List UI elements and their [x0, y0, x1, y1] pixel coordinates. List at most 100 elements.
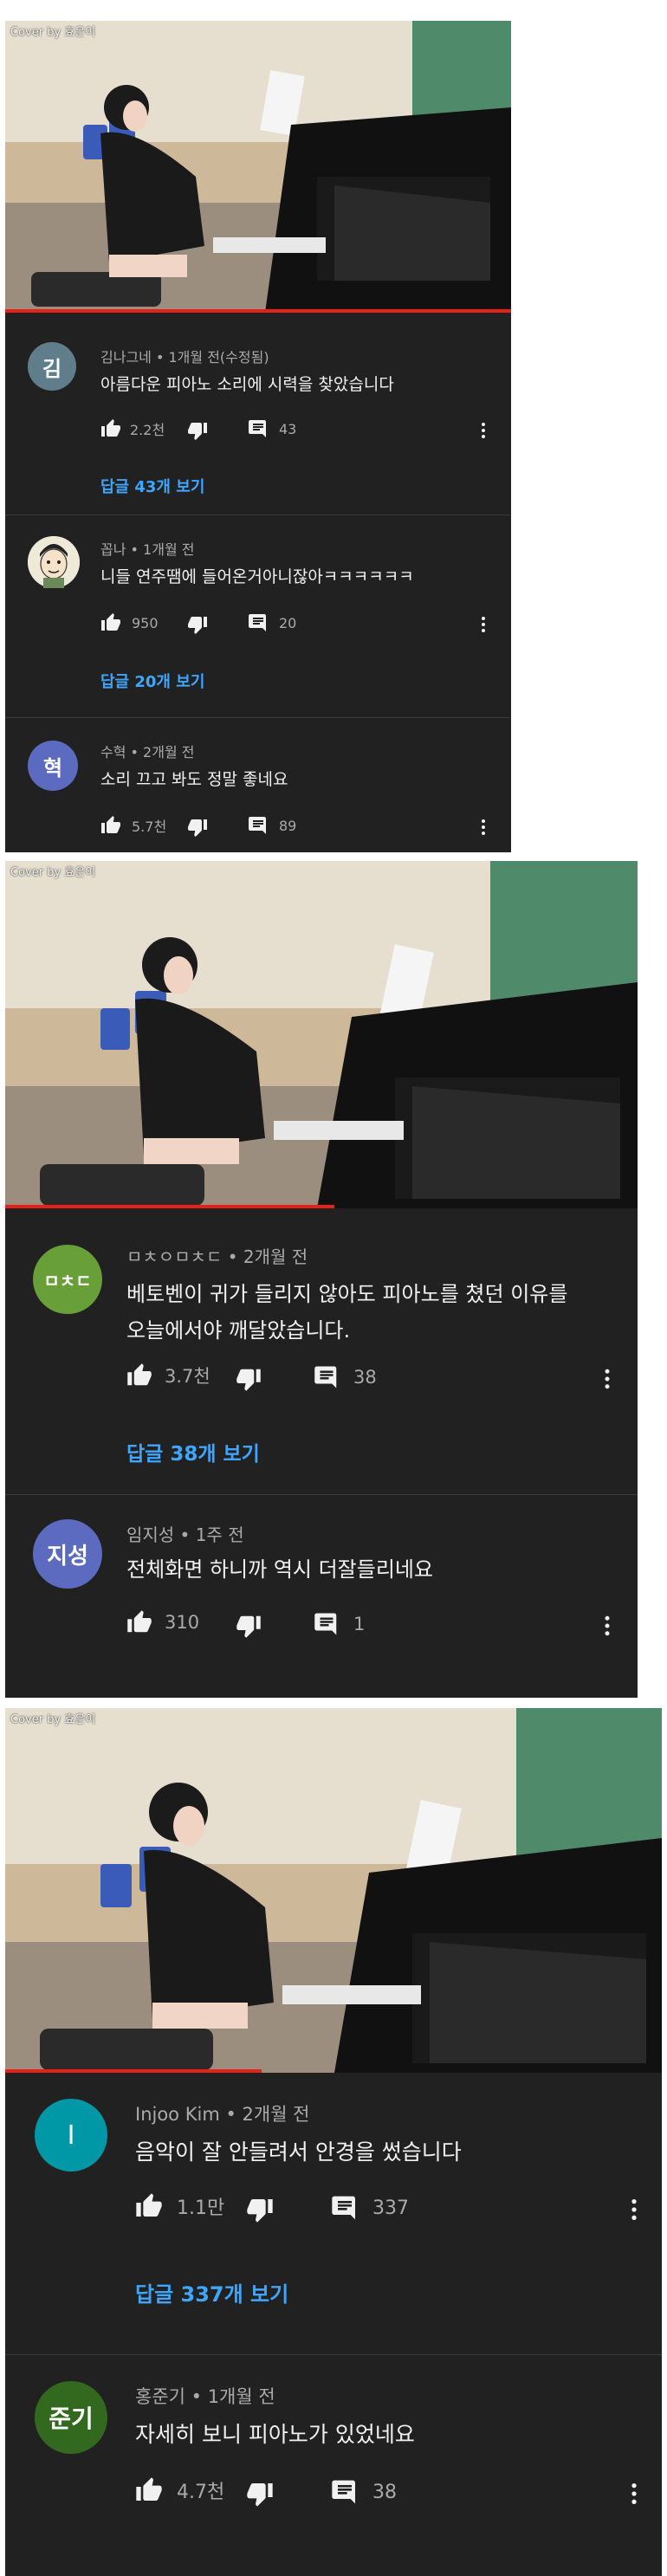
comment-item: 지성 임지성 • 1주 전 전체화면 하니까 역시 더잘들리네요 310 1 [5, 1495, 638, 1698]
reply-count: 43 [279, 420, 297, 437]
like-button[interactable]: 3.7천 [126, 1362, 210, 1388]
avatar[interactable]: 지성 [33, 1519, 102, 1589]
comment-text: 베토벤이 귀가 들리지 않아도 피아노를 쳤던 이유를 오늘에서야 깨달았습니다… [126, 1282, 568, 1343]
like-count: 1.1만 [177, 2197, 225, 2219]
view-replies-link[interactable]: 답글 20개 보기 [100, 670, 204, 692]
more-vert-icon[interactable] [594, 1366, 620, 1392]
dislike-button[interactable] [246, 2196, 274, 2223]
thumb-down-icon [247, 2483, 273, 2507]
comment-author-meta[interactable]: ㅁㅊㅇㅁㅊㄷ • 2개월 전 [126, 1243, 308, 1268]
avatar[interactable]: 김 [28, 342, 76, 391]
view-replies-link[interactable]: 답글 43개 보기 [100, 475, 204, 497]
comment-icon [314, 1613, 337, 1635]
video-watermark: Cover by 효은이 [10, 866, 96, 879]
comment-author-meta[interactable]: 꼽나 • 1개월 전 [100, 538, 194, 559]
comment-text: 아름다운 피아노 소리에 시력을 찾았습니다 [100, 375, 394, 394]
more-vert-icon[interactable] [473, 614, 494, 635]
comment-icon [314, 1366, 337, 1388]
reply-count: 337 [372, 2197, 409, 2219]
like-count: 2.2천 [130, 422, 165, 438]
comment-item: 준기 홍준기 • 1개월 전 자세히 보니 피아노가 있었네요 4.7천 38 [5, 2355, 662, 2576]
avatar[interactable]: I [35, 2099, 107, 2171]
reply-count-button[interactable]: 38 [331, 2478, 397, 2506]
more-vert-icon[interactable] [473, 817, 494, 838]
reply-count: 20 [279, 614, 297, 631]
reply-count-button[interactable]: 89 [248, 815, 296, 836]
comment-icon [332, 2196, 355, 2220]
thumb-up-icon [101, 419, 120, 437]
comments-panel-3: Cover by 효은이 I Injoo Kim • 2개월 전 음악이 잘 안… [5, 1708, 662, 2576]
thumb-up-icon [127, 1610, 152, 1633]
like-count: 3.7천 [165, 1366, 210, 1387]
thumb-up-icon [101, 613, 120, 631]
video-player[interactable]: Cover by 효은이 [5, 861, 638, 1208]
avatar[interactable]: 혁 [28, 741, 78, 791]
comment-item: 꼽나 • 1개월 전 니들 연주땜에 들어온거아니잖아ㅋㅋㅋㅋㅋㅋ 950 20… [5, 515, 511, 718]
comment-text: 니들 연주땜에 들어온거아니잖아ㅋㅋㅋㅋㅋㅋ [100, 567, 414, 586]
avatar[interactable] [28, 536, 80, 588]
more-vert-icon[interactable] [594, 1613, 620, 1639]
thumb-down-icon [188, 423, 207, 440]
dislike-button[interactable] [236, 1613, 262, 1639]
comment-icon [249, 420, 266, 437]
video-watermark: Cover by 효은이 [10, 1713, 96, 1726]
comment-author-meta[interactable]: 김나그네 • 1개월 전(수정됨) [100, 346, 269, 366]
comment-author-meta[interactable]: 수혁 • 2개월 전 [100, 741, 194, 761]
reply-count-button[interactable]: 337 [331, 2194, 409, 2222]
video-frame [5, 21, 511, 313]
like-button[interactable]: 310 [126, 1609, 199, 1635]
comments-panel-1: Cover by 효은이 김 김나그네 • 1개월 전(수정됨) 아름다운 피아… [5, 21, 511, 852]
comments-panel-2: Cover by 효은이 ㅁㅊㄷ ㅁㅊㅇㅁㅊㄷ • 2개월 전 베토벤이 귀가 … [5, 861, 638, 1698]
dislike-button[interactable] [187, 420, 208, 441]
dislike-button[interactable] [187, 817, 208, 838]
dislike-button[interactable] [246, 2480, 274, 2508]
more-vert-icon[interactable] [620, 2480, 648, 2508]
video-player[interactable]: Cover by 효은이 [5, 21, 511, 313]
thumb-down-icon [236, 1615, 261, 1638]
comment-item: I Injoo Kim • 2개월 전 음악이 잘 안들려서 안경을 썼습니다 … [5, 2073, 662, 2355]
video-watermark: Cover by 효은이 [10, 26, 96, 39]
comment-author-meta[interactable]: 홍준기 • 1개월 전 [135, 2383, 275, 2409]
thumb-up-icon [101, 816, 120, 833]
comment-icon [332, 2480, 355, 2504]
avatar[interactable]: ㅁㅊㄷ [33, 1245, 102, 1314]
reply-count-button[interactable]: 38 [314, 1364, 377, 1390]
video-player[interactable]: Cover by 효은이 [5, 1708, 662, 2073]
comment-text: 자세히 보니 피아노가 있었네요 [135, 2422, 415, 2447]
reply-count: 38 [372, 2481, 397, 2503]
cartoon-face-avatar-image [28, 536, 80, 588]
comment-icon [249, 614, 266, 631]
view-replies-link[interactable]: 답글 337개 보기 [135, 2277, 288, 2307]
more-vert-icon[interactable] [473, 420, 494, 441]
comment-author-meta[interactable]: Injoo Kim • 2개월 전 [135, 2100, 310, 2126]
thumb-down-icon [247, 2199, 273, 2223]
like-count: 310 [165, 1612, 200, 1633]
dislike-button[interactable] [187, 614, 208, 635]
like-button[interactable]: 1.1만 [135, 2192, 224, 2220]
like-button[interactable]: 2.2천 [100, 418, 165, 439]
view-replies-link[interactable]: 답글 38개 보기 [126, 1437, 260, 1466]
more-vert-icon[interactable] [620, 2196, 648, 2223]
reply-count: 89 [279, 817, 297, 834]
like-count: 4.7천 [177, 2482, 225, 2503]
comment-text: 전체화면 하니까 역시 더잘들리네요 [126, 1557, 434, 1582]
reply-count-button[interactable]: 43 [248, 418, 296, 439]
like-button[interactable]: 4.7천 [135, 2476, 224, 2504]
reply-count: 38 [353, 1367, 377, 1388]
comment-item: 혁 수혁 • 2개월 전 소리 끄고 봐도 정말 좋네요 5.7천 89 [5, 718, 511, 852]
video-frame [5, 861, 638, 1208]
comment-text: 음악이 잘 안들려서 안경을 썼습니다 [135, 2139, 462, 2165]
reply-count-button[interactable]: 20 [248, 612, 296, 633]
dislike-button[interactable] [236, 1366, 262, 1392]
comment-author-meta[interactable]: 임지성 • 1주 전 [126, 1521, 244, 1546]
thumb-up-icon [127, 1363, 152, 1386]
reply-count-button[interactable]: 1 [314, 1611, 365, 1637]
video-frame [5, 1708, 662, 2073]
avatar[interactable]: 준기 [35, 2381, 107, 2454]
thumb-down-icon [188, 617, 207, 634]
like-button[interactable]: 5.7천 [100, 815, 166, 836]
comment-item: ㅁㅊㄷ ㅁㅊㅇㅁㅊㄷ • 2개월 전 베토벤이 귀가 들리지 않아도 피아노를 … [5, 1208, 638, 1495]
thumb-down-icon [236, 1369, 261, 1391]
comment-item: 김 김나그네 • 1개월 전(수정됨) 아름다운 피아노 소리에 시력을 찾았습… [5, 313, 511, 515]
like-button[interactable]: 950 [100, 612, 159, 633]
